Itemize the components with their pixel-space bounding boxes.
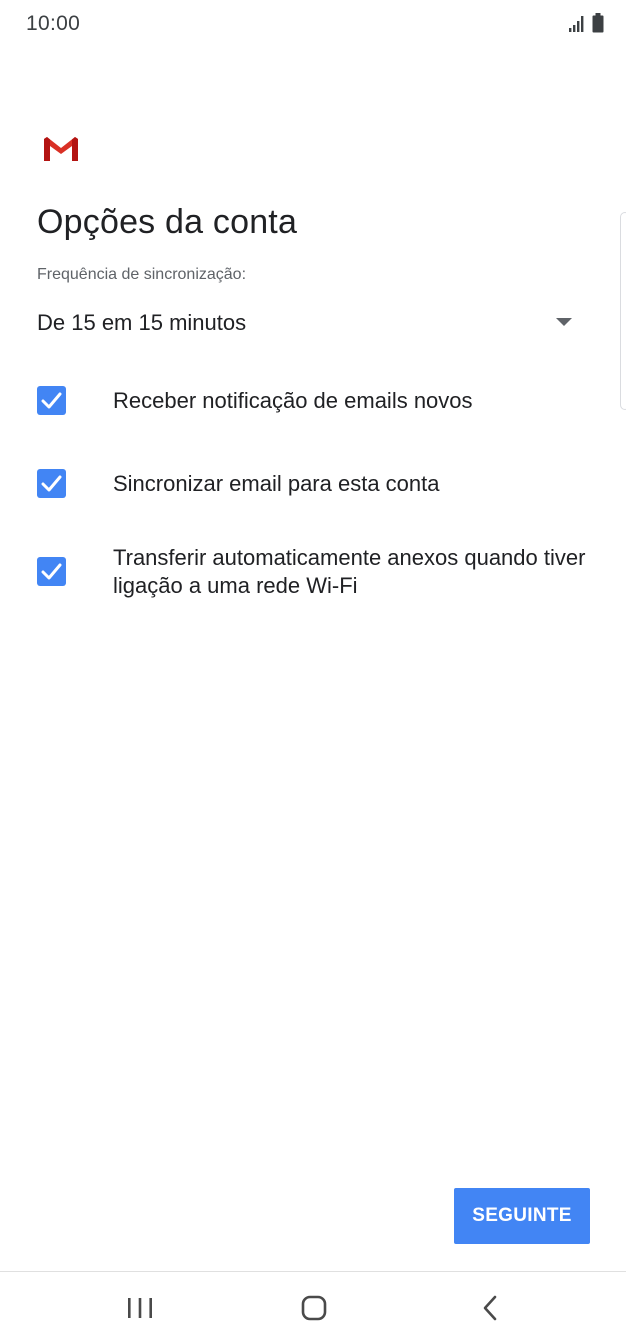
checkmark-icon [41,392,62,409]
option-label: Sincronizar email para esta conta [113,471,440,496]
home-icon [301,1295,327,1321]
sync-frequency-dropdown[interactable]: De 15 em 15 minutos [37,302,583,344]
navigation-bar [0,1271,626,1344]
sync-frequency-value: De 15 em 15 minutos [37,310,247,335]
status-bar: 10:00 [0,0,626,48]
page-title: Opções da conta [37,203,298,241]
scroll-edge-indicator [620,212,626,410]
option-sync-email[interactable]: Sincronizar email para esta conta [0,467,626,503]
battery-icon [592,13,604,33]
notify-checkbox[interactable] [37,386,66,415]
option-auto-download-attachments[interactable]: Transferir automaticamente anexos quando… [0,544,626,606]
signal-icon [569,16,584,32]
option-label: Receber notificação de emails novos [113,388,473,413]
back-button[interactable] [470,1292,510,1326]
status-icons [568,13,604,33]
option-label: Transferir automaticamente anexos quando… [113,545,586,598]
status-time: 10:00 [26,12,81,35]
next-button[interactable]: SEGUINTE [454,1188,590,1244]
checkmark-icon [41,475,62,492]
checkmark-icon [41,563,62,580]
dropdown-arrow-icon [556,318,572,326]
home-button[interactable] [294,1292,334,1326]
gmail-logo-icon [44,137,78,161]
auto-download-checkbox[interactable] [37,557,66,586]
recent-apps-button[interactable] [120,1292,160,1326]
recent-apps-icon [128,1298,152,1318]
option-notify-new-emails[interactable]: Receber notificação de emails novos [0,384,626,420]
sync-frequency-label: Frequência de sincronização: [37,266,247,283]
sync-email-checkbox[interactable] [37,469,66,498]
back-icon [483,1295,497,1321]
